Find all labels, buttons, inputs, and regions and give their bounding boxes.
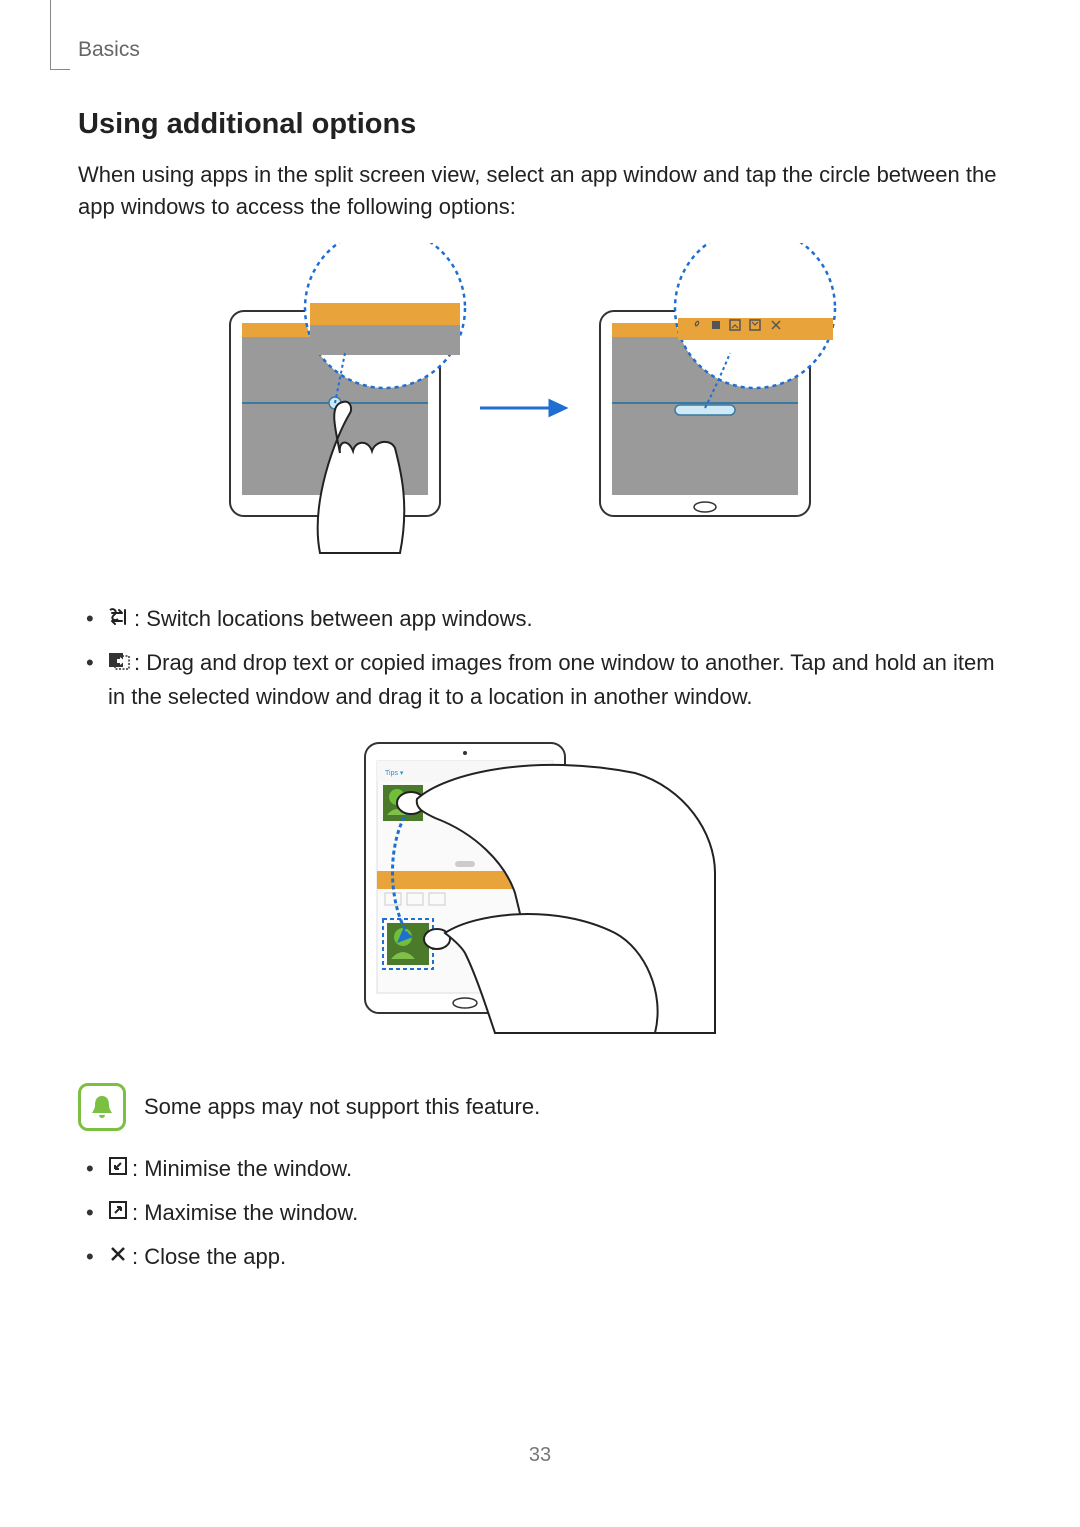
options-list-1: : Switch locations between app windows. … xyxy=(78,603,1002,713)
section-heading: Using additional options xyxy=(78,108,1002,141)
page-number: 33 xyxy=(0,1444,1080,1467)
note-callout: Some apps may not support this feature. xyxy=(78,1083,1002,1131)
note-bell-icon xyxy=(78,1083,126,1131)
breadcrumb: Basics xyxy=(78,38,140,62)
list-text: : Switch locations between app windows. xyxy=(134,606,533,631)
close-icon xyxy=(108,1241,128,1273)
list-item: : Switch locations between app windows. xyxy=(78,603,1002,637)
list-text: : Maximise the window. xyxy=(132,1200,358,1225)
minimise-icon xyxy=(108,1153,128,1185)
maximise-icon xyxy=(108,1197,128,1229)
list-item: : Drag and drop text or copied images fr… xyxy=(78,647,1002,713)
options-list-2: : Minimise the window. : Maximise the wi… xyxy=(78,1153,1002,1275)
figure-split-options xyxy=(78,243,1002,573)
drag-drop-icon xyxy=(108,647,130,679)
list-item: : Minimise the window. xyxy=(78,1153,1002,1187)
list-item: : Maximise the window. xyxy=(78,1197,1002,1231)
note-text: Some apps may not support this feature. xyxy=(144,1094,540,1120)
switch-icon xyxy=(108,603,130,635)
intro-paragraph: When using apps in the split screen view… xyxy=(78,159,1002,223)
svg-text:Tips ▾: Tips ▾ xyxy=(385,770,404,777)
figure-drag-drop: Tips ▾ ＋ ⋮ xyxy=(78,733,1002,1053)
list-item: : Close the app. xyxy=(78,1241,1002,1275)
list-text: : Minimise the window. xyxy=(132,1156,352,1181)
list-text: : Drag and drop text or copied images fr… xyxy=(108,650,995,709)
list-text: : Close the app. xyxy=(132,1244,286,1269)
corner-margin-mark xyxy=(50,0,70,70)
